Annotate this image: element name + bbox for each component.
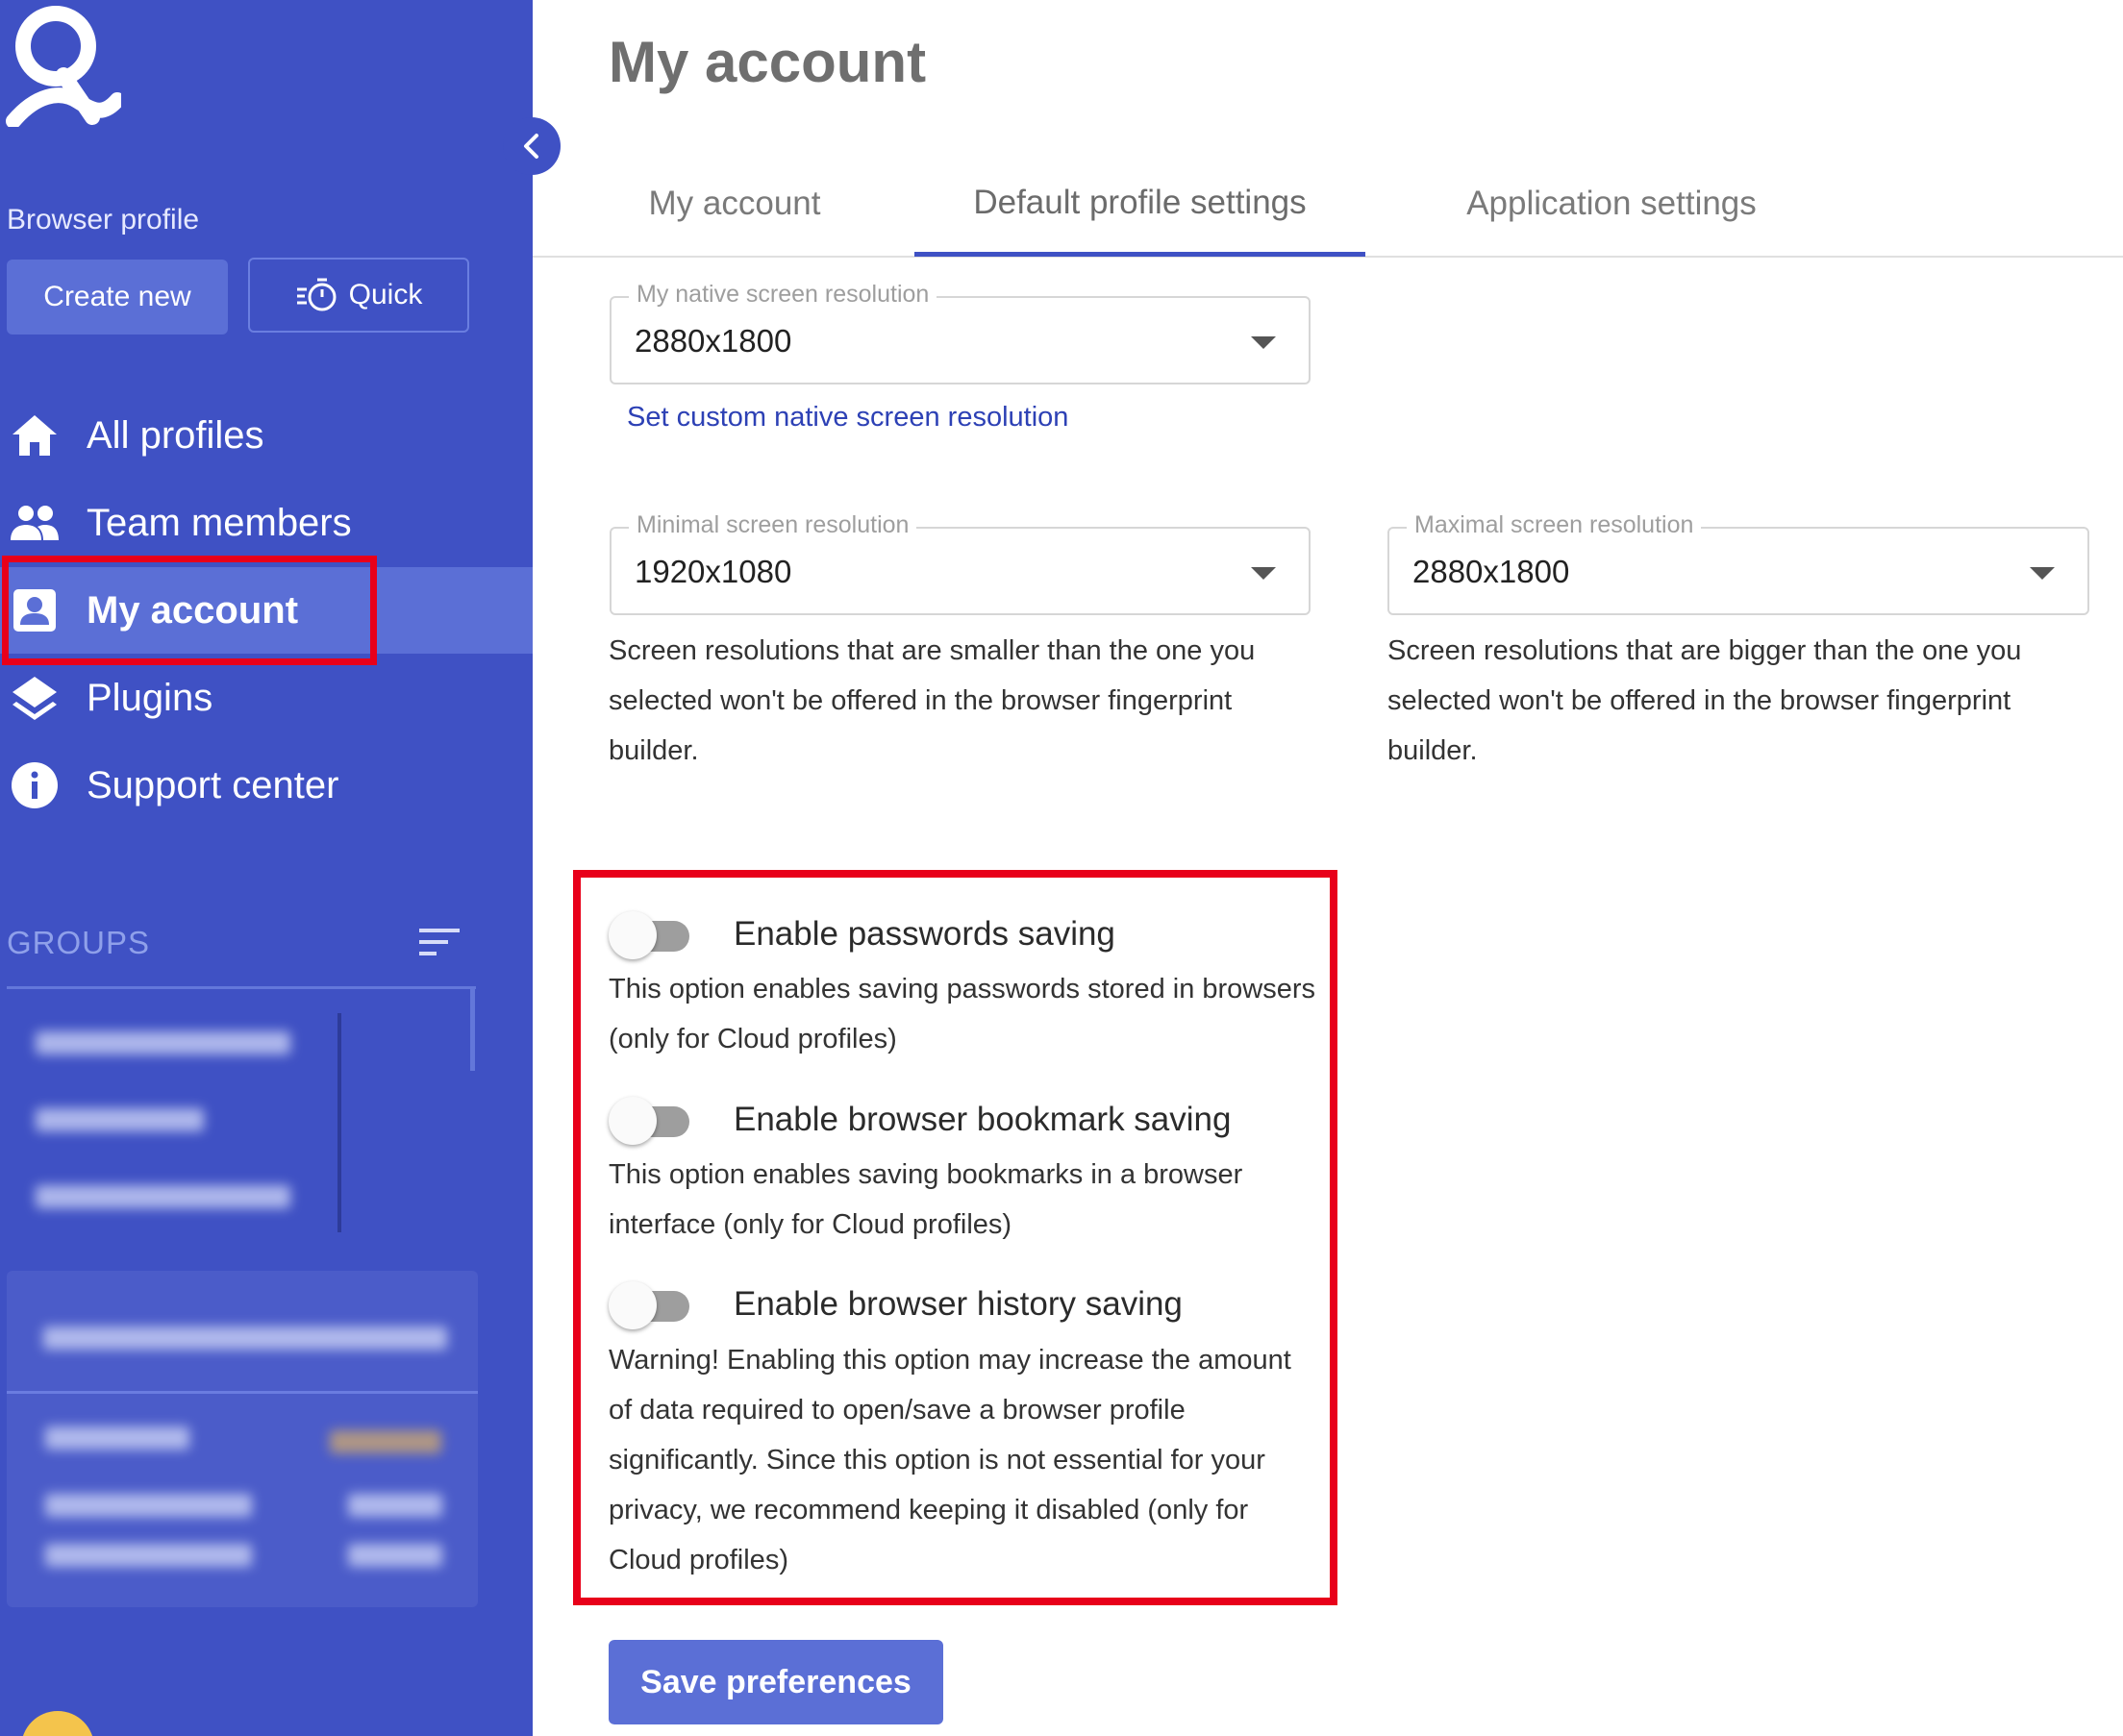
tab-my-account[interactable]: My account bbox=[590, 154, 879, 254]
option-description: Warning! Enabling this option may increa… bbox=[609, 1345, 1291, 1575]
blurred-text bbox=[45, 1494, 252, 1517]
save-preferences-button[interactable]: Save preferences bbox=[609, 1640, 943, 1724]
native-resolution-legend: My native screen resolution bbox=[629, 281, 937, 309]
native-resolution-value: 2880x1800 bbox=[635, 323, 792, 359]
option-passwords-saving: Enable passwords saving bbox=[609, 911, 1115, 959]
groups-scrollbar[interactable] bbox=[470, 989, 475, 1071]
groups-heading: GROUPS bbox=[7, 925, 151, 960]
create-new-button[interactable]: Create new bbox=[7, 260, 228, 335]
blurred-group-item[interactable] bbox=[36, 1185, 290, 1208]
people-icon bbox=[8, 496, 62, 550]
blurred-email[interactable] bbox=[43, 1327, 447, 1350]
blurred-badge bbox=[330, 1430, 441, 1453]
option-history-saving: Enable browser history saving bbox=[609, 1281, 1183, 1329]
app-logo bbox=[6, 6, 121, 127]
blurred-group-item[interactable] bbox=[36, 1108, 204, 1131]
toggle-knob bbox=[609, 1281, 657, 1329]
option-bookmark-saving: Enable browser bookmark saving bbox=[609, 1097, 1232, 1145]
tab-application-settings[interactable]: Application settings bbox=[1410, 154, 1813, 254]
passwords-saving-toggle[interactable] bbox=[609, 911, 697, 959]
chevron-left-icon bbox=[524, 134, 538, 159]
option-label: Enable passwords saving bbox=[734, 915, 1115, 953]
collapse-sidebar-button[interactable] bbox=[503, 117, 561, 175]
min-resolution-value: 1920x1080 bbox=[635, 554, 792, 589]
option-label: Enable browser history saving bbox=[734, 1285, 1183, 1323]
sidebar-item-label: Team members bbox=[87, 501, 352, 544]
info-icon bbox=[8, 758, 62, 812]
min-resolution-select[interactable]: Minimal screen resolution 1920x1080 bbox=[610, 511, 1311, 615]
max-resolution-value: 2880x1800 bbox=[1412, 554, 1570, 589]
sort-icon[interactable] bbox=[419, 925, 460, 959]
max-resolution-select[interactable]: Maximal screen resolution 2880x1800 bbox=[1387, 511, 2089, 615]
avatar[interactable] bbox=[21, 1711, 94, 1736]
tab-default-profile-settings[interactable]: Default profile settings bbox=[914, 154, 1365, 257]
toggle-knob bbox=[609, 911, 657, 959]
layers-icon bbox=[8, 671, 62, 725]
max-resolution-legend: Maximal screen resolution bbox=[1407, 511, 1702, 539]
sidebar-item-all-profiles[interactable]: All profiles bbox=[0, 392, 533, 479]
dropdown-arrow-icon bbox=[2030, 567, 2055, 580]
quick-button[interactable]: Quick bbox=[248, 258, 469, 333]
sidebar-item-team-members[interactable]: Team members bbox=[0, 480, 533, 566]
blurred-text bbox=[45, 1426, 189, 1450]
account-summary-card bbox=[7, 1271, 478, 1607]
option-description: This option enables saving bookmarks in … bbox=[609, 1159, 1243, 1240]
sidebar-item-plugins[interactable]: Plugins bbox=[0, 655, 533, 741]
min-resolution-hint: Screen resolutions that are smaller than… bbox=[609, 635, 1256, 766]
history-saving-toggle[interactable] bbox=[609, 1281, 697, 1329]
sidebar-item-label: Plugins bbox=[87, 676, 213, 719]
blurred-text bbox=[45, 1544, 252, 1567]
card-divider bbox=[7, 1391, 478, 1394]
groups-list bbox=[7, 986, 476, 1232]
sidebar-item-my-account[interactable]: My account bbox=[0, 567, 533, 654]
toggle-knob bbox=[609, 1097, 657, 1145]
min-resolution-legend: Minimal screen resolution bbox=[629, 511, 917, 539]
sidebar-item-support-center[interactable]: Support center bbox=[0, 742, 533, 829]
bookmark-saving-toggle[interactable] bbox=[609, 1097, 697, 1145]
tab-bar: My account Default profile settings Appl… bbox=[533, 154, 2123, 258]
sidebar-item-label: All profiles bbox=[87, 413, 264, 457]
sidebar: Browser profile Create new Quick All pro… bbox=[0, 0, 533, 1736]
dropdown-arrow-icon bbox=[1251, 336, 1276, 349]
max-resolution-hint: Screen resolutions that are bigger than … bbox=[1387, 635, 2022, 766]
browser-profile-label: Browser profile bbox=[7, 204, 200, 236]
quick-label: Quick bbox=[348, 279, 423, 310]
timer-icon bbox=[296, 278, 337, 311]
sidebar-item-label: Support center bbox=[87, 763, 339, 806]
page-title: My account bbox=[609, 30, 927, 94]
blurred-text bbox=[348, 1544, 442, 1567]
option-label: Enable browser bookmark saving bbox=[734, 1101, 1232, 1138]
blurred-text bbox=[348, 1494, 442, 1517]
sidebar-item-label: My account bbox=[87, 588, 299, 632]
home-icon bbox=[8, 409, 62, 462]
account-box-icon bbox=[8, 583, 62, 637]
blurred-group-item[interactable] bbox=[36, 1031, 290, 1054]
dropdown-arrow-icon bbox=[1251, 567, 1276, 580]
option-description: This option enables saving passwords sto… bbox=[609, 974, 1316, 1054]
set-custom-resolution-link[interactable]: Set custom native screen resolution bbox=[627, 402, 1068, 434]
groups-divider bbox=[337, 1013, 341, 1232]
native-resolution-select[interactable]: My native screen resolution 2880x1800 bbox=[610, 281, 1311, 384]
